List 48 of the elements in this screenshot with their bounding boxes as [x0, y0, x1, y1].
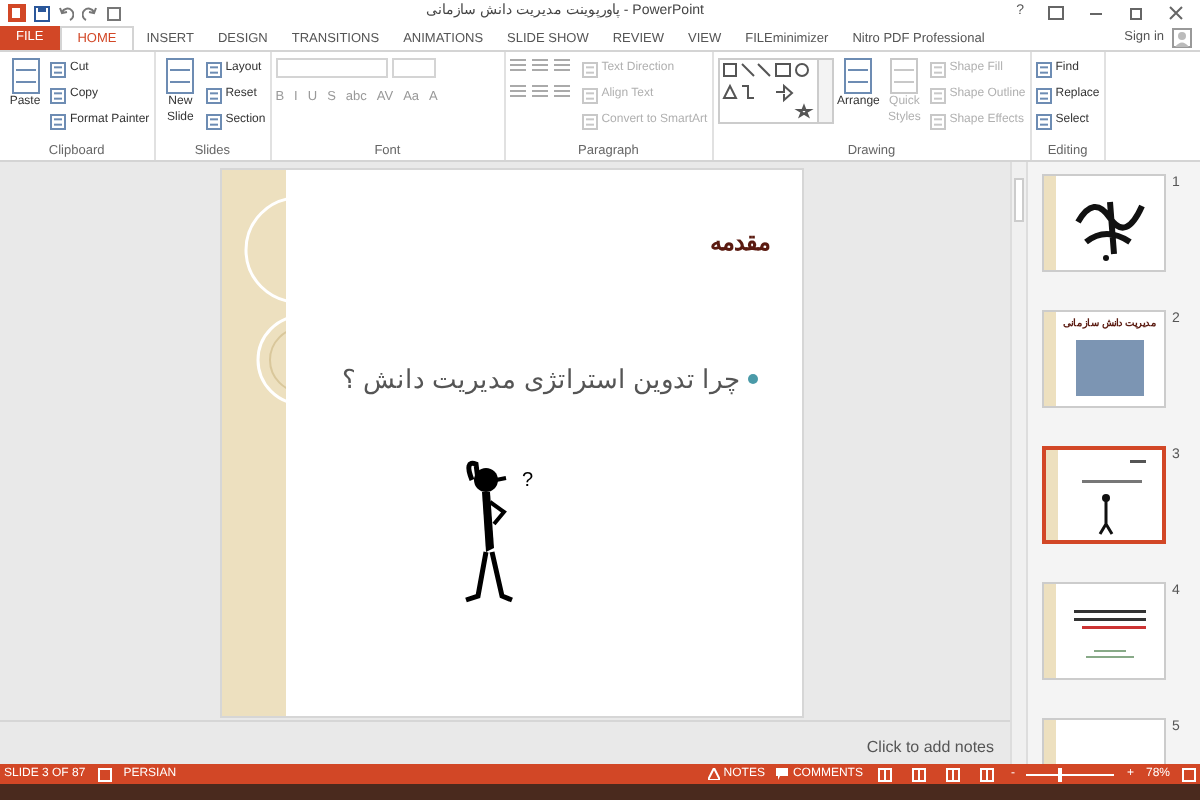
font-name-field[interactable] [275, 58, 388, 78]
align-lines-icon[interactable] [553, 58, 570, 72]
notes-field[interactable]: Click to add notes [866, 736, 994, 760]
document-icon [50, 113, 66, 129]
document-icon [50, 87, 66, 103]
maximize-icon[interactable] [1128, 6, 1144, 20]
document-icon [1035, 113, 1052, 129]
bullet-text: چرا تدوین استراتژی مدیریت دانش ؟ [341, 362, 740, 399]
slide-thumbnail[interactable] [1042, 174, 1166, 272]
document-icon [1035, 61, 1052, 77]
thinking-figure-drawing [463, 460, 515, 602]
document-icon [166, 58, 195, 94]
document-icon [205, 113, 222, 129]
redo-icon[interactable] [82, 5, 98, 21]
zoom-slider-thumb[interactable] [1057, 767, 1062, 781]
document-icon [929, 113, 946, 129]
align-lines-icon[interactable] [509, 58, 526, 72]
ribbon-options-icon[interactable] [1048, 6, 1064, 20]
undo-icon[interactable] [58, 5, 74, 21]
document-icon [929, 87, 946, 103]
document-icon [1035, 87, 1052, 103]
document-icon [929, 61, 946, 77]
document-icon [581, 87, 598, 103]
save-icon[interactable] [34, 5, 50, 21]
slide-thumbnail[interactable] [1042, 446, 1166, 544]
comment-icon [776, 768, 789, 780]
document-icon [581, 113, 598, 129]
scrollbar[interactable] [1010, 162, 1028, 764]
align-lines-icon[interactable] [509, 84, 526, 98]
bullet-icon [748, 374, 758, 385]
slide-title: مقدمه [708, 226, 770, 260]
document-icon [890, 58, 919, 94]
photo-placeholder [1076, 339, 1144, 395]
document-icon [844, 58, 873, 94]
document-icon [581, 61, 598, 77]
align-lines-icon[interactable] [531, 58, 548, 72]
document-icon [205, 87, 222, 103]
document-icon [205, 61, 222, 77]
avatar-icon[interactable] [1172, 28, 1192, 48]
close-icon[interactable] [1168, 6, 1184, 20]
font-size-field[interactable] [391, 58, 436, 78]
note-icon [707, 768, 720, 780]
document-icon [50, 61, 66, 77]
align-lines-icon[interactable] [531, 84, 548, 98]
align-lines-icon[interactable] [553, 84, 570, 98]
question-mark: ? [522, 468, 534, 496]
slide-thumbnail[interactable] [1042, 582, 1166, 680]
document-icon [11, 58, 39, 94]
